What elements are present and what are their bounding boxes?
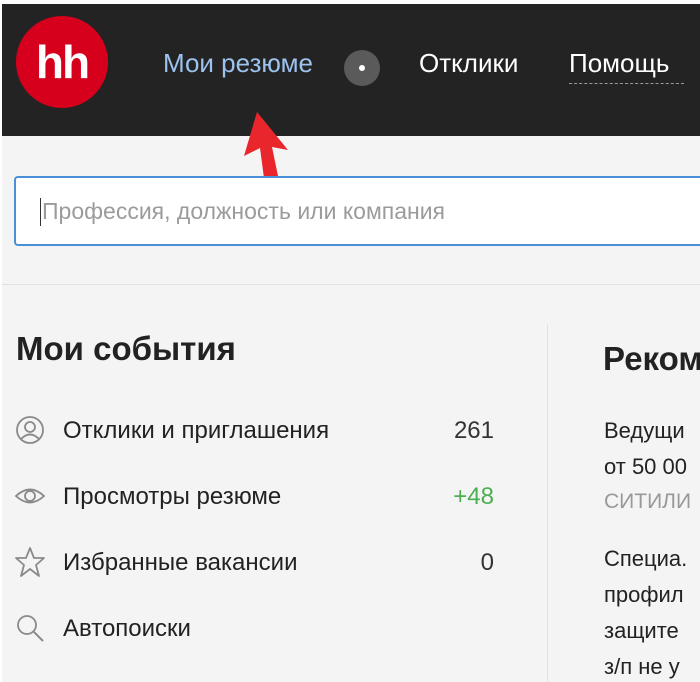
top-header: hh Мои резюме Отклики Помощь: [2, 4, 700, 136]
text-caret: [40, 198, 41, 226]
section-divider: [2, 284, 700, 285]
nav-my-resumes[interactable]: Мои резюме: [163, 48, 313, 79]
page: hh Мои резюме Отклики Помощь Профессия, …: [2, 4, 700, 682]
nav-responses[interactable]: Отклики: [419, 48, 518, 79]
recommendations-title: Реком: [603, 340, 700, 377]
event-autosearches[interactable]: Автопоиски: [14, 608, 494, 648]
nav-help[interactable]: Помощь: [569, 48, 669, 79]
vacancy2-title-line[interactable]: профил: [604, 582, 684, 608]
column-divider: [547, 324, 548, 682]
search-input[interactable]: Профессия, должность или компания: [14, 176, 700, 246]
annotation-arrow-icon: [244, 112, 288, 176]
event-favorite-vacancies[interactable]: Избранные вакансии 0: [14, 542, 494, 582]
hh-logo[interactable]: hh: [16, 16, 108, 108]
vacancy-company-line: СИТИЛИ: [604, 490, 692, 513]
event-count: 0: [480, 549, 494, 576]
search-placeholder: Профессия, должность или компания: [42, 198, 446, 224]
vacancy-title-line[interactable]: Ведущи: [604, 418, 685, 444]
event-label: Автопоиски: [63, 615, 191, 642]
star-icon: [15, 547, 45, 577]
event-count: 261: [453, 417, 494, 444]
event-label: Просмотры резюме: [63, 483, 282, 510]
vacancy-salary-line: от 50 00: [604, 454, 687, 479]
eye-icon: [14, 488, 46, 504]
events-title: Мои события: [16, 330, 236, 367]
vacancy2-title-line[interactable]: Специа.: [604, 546, 687, 572]
event-responses-invitations[interactable]: Отклики и приглашения 261: [14, 410, 494, 450]
vacancy2-salary-line: з/п не у: [604, 654, 680, 679]
person-circle-icon: [16, 416, 44, 444]
event-resume-views[interactable]: Просмотры резюме +48: [14, 476, 494, 516]
vacancy2-title-line[interactable]: защите: [604, 618, 679, 644]
event-count: +48: [453, 483, 494, 510]
event-label: Отклики и приглашения: [63, 417, 330, 444]
resume-menu-dot-icon[interactable]: [344, 50, 380, 86]
help-underline: [569, 83, 684, 84]
search-icon: [17, 615, 44, 642]
event-label: Избранные вакансии: [63, 549, 298, 576]
